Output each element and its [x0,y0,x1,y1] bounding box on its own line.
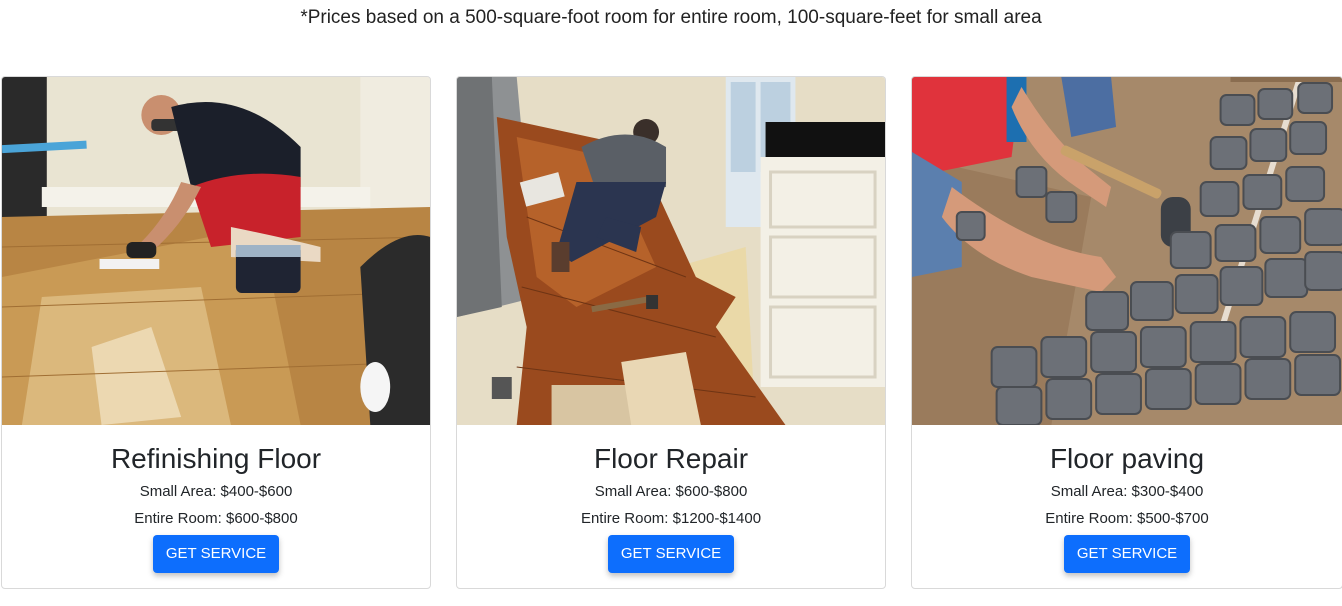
card-title: Floor paving [1049,443,1205,474]
floor-paving-photo [912,77,1342,425]
service-card-paving: Floor paving Small Area: $300-$400 Entir… [911,76,1342,589]
get-service-button[interactable]: GET SERVICE [152,535,280,573]
small-area-price: Small Area: $400-$600 [139,483,293,500]
card-title: Floor Repair [593,443,749,474]
service-cards: Refinishing Floor Small Area: $400-$600 … [0,76,1342,591]
floor-refinishing-photo [2,77,430,425]
entire-room-price: Entire Room: $600-$800 [134,510,298,527]
floor-repair-photo [457,77,885,425]
card-body: Floor paving Small Area: $300-$400 Entir… [912,425,1342,573]
service-card-refinishing: Refinishing Floor Small Area: $400-$600 … [1,76,431,589]
service-card-repair: Floor Repair Small Area: $600-$800 Entir… [456,76,886,589]
pricing-note: *Prices based on a 500-square-foot room … [300,7,1042,28]
get-service-button[interactable]: GET SERVICE [1063,535,1191,573]
card-body: Refinishing Floor Small Area: $400-$600 … [2,425,430,573]
get-service-button[interactable]: GET SERVICE [607,535,735,573]
card-title: Refinishing Floor [110,443,322,474]
small-area-price: Small Area: $600-$800 [594,483,748,500]
small-area-price: Small Area: $300-$400 [1050,483,1204,500]
entire-room-price: Entire Room: $1200-$1400 [580,510,762,527]
entire-room-price: Entire Room: $500-$700 [1045,510,1209,527]
card-body: Floor Repair Small Area: $600-$800 Entir… [457,425,885,573]
